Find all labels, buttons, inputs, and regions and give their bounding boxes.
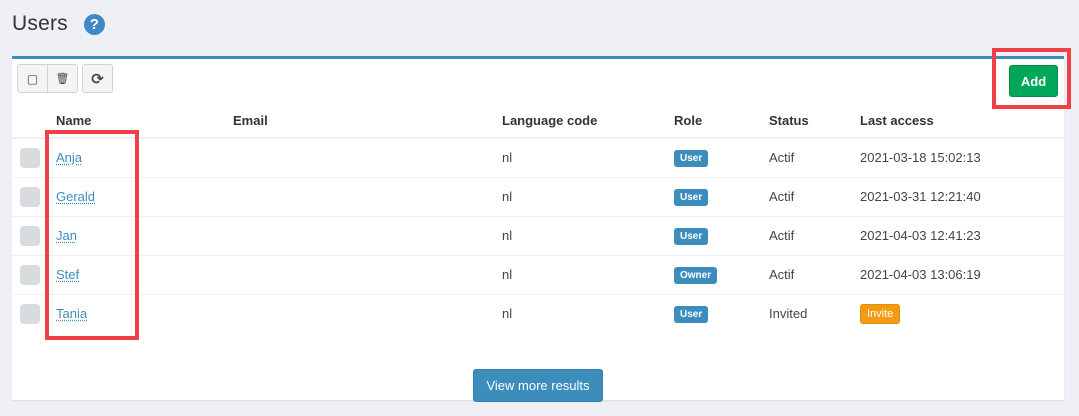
- add-user-button[interactable]: Add: [1009, 65, 1058, 97]
- user-last-access: 2021-04-03 12:41:23: [860, 215, 1064, 255]
- user-name-link[interactable]: Gerald: [56, 189, 95, 204]
- user-email: [233, 293, 502, 333]
- user-language: nl: [502, 293, 674, 333]
- toolbar: ▢ 🗑 ⟳: [17, 64, 113, 93]
- user-name-link[interactable]: Anja: [56, 150, 82, 165]
- row-checkbox[interactable]: [20, 225, 40, 246]
- column-header-email[interactable]: Email: [233, 104, 502, 139]
- table-row: Anja nl User Actif 2021-03-18 15:02:13: [12, 137, 1064, 177]
- column-header-role[interactable]: Role: [674, 104, 769, 139]
- user-name-link[interactable]: Jan: [56, 228, 77, 243]
- column-header-language[interactable]: Language code: [502, 104, 674, 139]
- column-header-last-access[interactable]: Last access: [860, 104, 1064, 139]
- user-email: [233, 176, 502, 216]
- help-icon[interactable]: ?: [83, 13, 105, 35]
- select-all-button[interactable]: ▢: [17, 64, 48, 93]
- user-email: [233, 137, 502, 177]
- user-language: nl: [502, 176, 674, 216]
- refresh-button[interactable]: ⟳: [82, 64, 113, 93]
- role-badge: User: [674, 227, 709, 245]
- user-language: nl: [502, 137, 674, 177]
- user-name-link[interactable]: Stef: [56, 267, 79, 282]
- user-email: [233, 254, 502, 294]
- row-checkbox[interactable]: [20, 147, 40, 168]
- page-title: Users: [12, 12, 68, 35]
- user-status: Actif: [769, 176, 860, 216]
- row-checkbox[interactable]: [20, 264, 40, 285]
- view-more-results-button[interactable]: View more results: [473, 369, 603, 402]
- invite-button[interactable]: Invite: [860, 303, 901, 324]
- delete-button[interactable]: 🗑: [47, 64, 78, 93]
- user-name-link[interactable]: Tania: [56, 306, 87, 321]
- row-checkbox[interactable]: [20, 186, 40, 207]
- column-header-status[interactable]: Status: [769, 104, 860, 139]
- role-badge: User: [674, 149, 709, 167]
- role-badge: User: [674, 188, 709, 206]
- table-row: Jan nl User Actif 2021-04-03 12:41:23: [12, 215, 1064, 255]
- checkbox-icon: ▢: [26, 71, 39, 86]
- user-status: Actif: [769, 137, 860, 177]
- column-header-name[interactable]: Name: [56, 104, 233, 139]
- row-checkbox[interactable]: [20, 303, 40, 324]
- user-language: nl: [502, 215, 674, 255]
- user-last-access: 2021-04-03 13:06:19: [860, 254, 1064, 294]
- role-badge: User: [674, 305, 709, 323]
- table-row: Gerald nl User Actif 2021-03-31 12:21:40: [12, 176, 1064, 216]
- user-last-access: 2021-03-18 15:02:13: [860, 137, 1064, 177]
- column-header-select: [12, 104, 56, 139]
- role-badge: Owner: [674, 266, 718, 284]
- table-header-row: Name Email Language code Role Status Las…: [12, 104, 1064, 139]
- page-header: Users ?: [12, 12, 105, 36]
- refresh-icon: ⟳: [91, 70, 104, 88]
- user-language: nl: [502, 254, 674, 294]
- users-panel: ▢ 🗑 ⟳ Add Name Email Language code Role …: [12, 56, 1064, 402]
- user-status: Actif: [769, 254, 860, 294]
- table-row: Stef nl Owner Actif 2021-04-03 13:06:19: [12, 254, 1064, 294]
- user-status: Invited: [769, 293, 860, 333]
- users-table: Name Email Language code Role Status Las…: [12, 104, 1064, 333]
- table-row: Tania nl User Invited Invite: [12, 293, 1064, 333]
- user-last-access: 2021-03-31 12:21:40: [860, 176, 1064, 216]
- user-email: [233, 215, 502, 255]
- user-status: Actif: [769, 215, 860, 255]
- trash-icon: 🗑: [55, 73, 70, 85]
